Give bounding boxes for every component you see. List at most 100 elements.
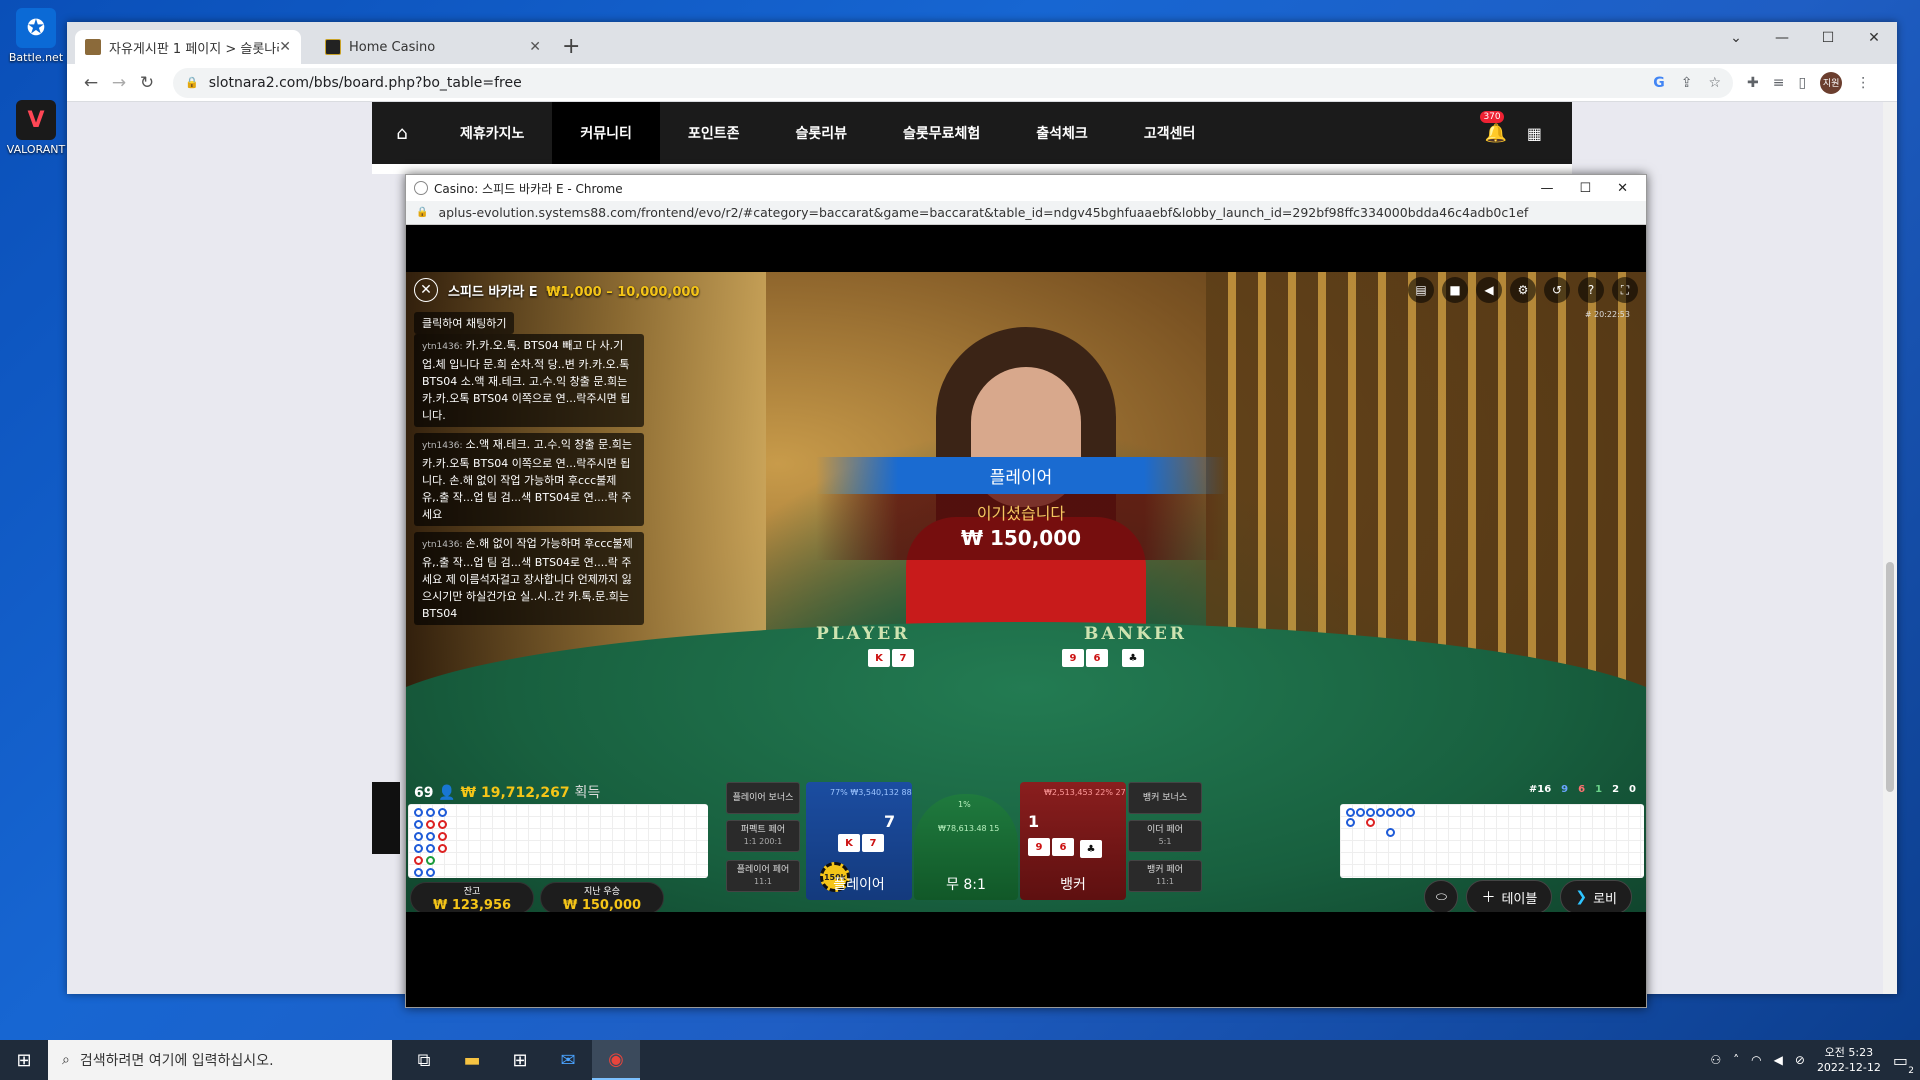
- history-icon[interactable]: ↺: [1544, 277, 1570, 303]
- banker-pairs: 0: [1629, 784, 1636, 795]
- extensions-icon[interactable]: ✚: [1747, 75, 1759, 91]
- player-bonus-bet[interactable]: 플레이어 보너스: [726, 782, 800, 814]
- lobby-button[interactable]: ❯ 로비: [1560, 880, 1632, 912]
- lock-icon: 🔒: [416, 207, 429, 218]
- reload-button[interactable]: ↻: [133, 73, 161, 93]
- window-controls: ⌄ — ☐ ✕: [1713, 22, 1897, 54]
- chips-button[interactable]: ⬭: [1424, 880, 1459, 912]
- maximize-button[interactable]: ☐: [1805, 22, 1851, 54]
- close-icon[interactable]: ✕: [414, 278, 438, 302]
- chat-box: ytn1436: 카.카.오.톡. BTS04 빼고 다 사.기업.체 입니다 문…: [414, 334, 644, 625]
- nav-attendance[interactable]: 출석체크: [1008, 102, 1116, 164]
- media-icon[interactable]: ≡: [1773, 75, 1785, 91]
- close-icon[interactable]: ✕: [529, 39, 541, 55]
- file-explorer-icon[interactable]: ▬: [448, 1040, 496, 1080]
- minimize-button[interactable]: —: [1540, 181, 1553, 196]
- home-icon[interactable]: ⌂: [372, 123, 432, 144]
- video-icon[interactable]: ■: [1442, 277, 1468, 303]
- bell-icon[interactable]: 🔔 370: [1480, 110, 1507, 144]
- betting-panel: 69 👤 ₩ 19,712,267 획득 #16 9 6 1 2 0 플레이어 …: [406, 782, 1646, 912]
- volume-icon[interactable]: ◀: [1774, 1053, 1783, 1067]
- chat-toggle-button[interactable]: 클릭하여 채팅하기: [414, 312, 515, 334]
- player-pair-bet[interactable]: 플레이어 페어 11:1: [726, 860, 800, 892]
- people-icon[interactable]: ⚇: [1710, 1053, 1721, 1067]
- popup-address-bar[interactable]: 🔒 aplus-evolution.systems88.com/frontend…: [406, 201, 1646, 225]
- tab-free-board[interactable]: 자유게시판 1 페이지 > 슬롯나라 ✕: [75, 30, 301, 64]
- banker-pair-bet[interactable]: 뱅커 페어 11:1: [1128, 860, 1202, 892]
- taskbar: ⊞ ⌕ 검색하려면 여기에 입력하십시오. ⧉ ▬ ⊞ ✉ ◉ ⚇ ˄ ◠ ◀ …: [0, 1040, 1920, 1080]
- notification-icon[interactable]: ▭ 2: [1893, 1051, 1914, 1076]
- nav-partner-casino[interactable]: 제휴카지노: [432, 102, 552, 164]
- share-icon[interactable]: ⇪: [1681, 75, 1693, 91]
- forward-button[interactable]: →: [105, 73, 133, 93]
- battery-icon[interactable]: ⊘: [1795, 1053, 1805, 1067]
- card: 9: [1062, 649, 1084, 667]
- plus-icon: ＋: [1481, 890, 1496, 906]
- mail-icon[interactable]: ✉: [544, 1040, 592, 1080]
- chrome-icon[interactable]: ◉: [592, 1040, 640, 1080]
- windows-start-icon[interactable]: ⊞: [0, 1040, 48, 1080]
- clock[interactable]: 오전 5:23 2022-12-12: [1817, 1045, 1881, 1075]
- desktop-icon-valorant[interactable]: V VALORANT: [6, 100, 66, 156]
- settings-icon[interactable]: ⚙: [1510, 277, 1536, 303]
- nav-free-slot[interactable]: 슬롯무료체험: [875, 102, 1008, 164]
- nav-point-zone[interactable]: 포인트존: [660, 102, 768, 164]
- globe-icon: [414, 181, 428, 195]
- site-nav: ⌂ 제휴카지노 커뮤니티 포인트존 슬롯리뷰 슬롯무료체험 출석체크 고객센터 …: [372, 102, 1572, 164]
- menu-dots-icon[interactable]: ⋮: [1856, 75, 1870, 91]
- chat-user: ytn1436:: [422, 540, 463, 550]
- baccarat-game: PLAYER BANKER K 7 9 6 ♣ ✕ 스피드 바카라 E ₩1,0…: [406, 272, 1646, 912]
- popup-title-bar: Casino: 스피드 바카라 E - Chrome — ☐ ✕: [406, 175, 1646, 201]
- back-button[interactable]: ←: [77, 73, 105, 93]
- help-icon[interactable]: ?: [1578, 277, 1604, 303]
- profile-avatar[interactable]: 지원: [1820, 71, 1843, 94]
- card: K: [838, 834, 860, 852]
- players-count: 69: [414, 785, 434, 801]
- nav-slot-review[interactable]: 슬롯리뷰: [767, 102, 875, 164]
- either-pair-bet[interactable]: 이더 페어 5:1: [1128, 820, 1202, 852]
- bet-spots: 플레이어 보너스 퍼펙트 페어 1:1 200:1 플레이어 페어 11:1 77%…: [726, 782, 1326, 902]
- minimize-button[interactable]: —: [1759, 22, 1805, 54]
- nav-community[interactable]: 커뮤니티: [552, 102, 660, 164]
- volume-icon[interactable]: ◀: [1476, 277, 1502, 303]
- chevron-down-icon[interactable]: ⌄: [1713, 22, 1759, 54]
- popup-title: Casino: 스피드 바카라 E - Chrome: [434, 181, 623, 196]
- scrollbar[interactable]: [1883, 102, 1897, 994]
- google-icon[interactable]: G: [1653, 75, 1665, 91]
- add-table-button[interactable]: ＋ 테이블: [1466, 880, 1553, 912]
- close-window-button[interactable]: ✕: [1851, 22, 1897, 54]
- chat-message: ytn1436: 카.카.오.톡. BTS04 빼고 다 사.기업.체 입니다 문…: [414, 334, 644, 427]
- chat-icon[interactable]: ▤: [1408, 277, 1434, 303]
- store-icon[interactable]: ⊞: [496, 1040, 544, 1080]
- close-icon[interactable]: ✕: [279, 39, 291, 55]
- desktop-icon-label: VALORANT: [6, 143, 66, 156]
- address-input[interactable]: 🔒 slotnara2.com/bbs/board.php?bo_table=f…: [173, 67, 1733, 98]
- tie-bet[interactable]: 1% ₩78,613.48 15 무 8:1: [914, 794, 1018, 900]
- system-tray: ⚇ ˄ ◠ ◀ ⊘ 오전 5:23 2022-12-12 ▭ 2: [1710, 1045, 1920, 1076]
- tab-title: Home Casino: [349, 39, 436, 55]
- perfect-pair-bet[interactable]: 퍼펙트 페어 1:1 200:1: [726, 820, 800, 852]
- card: 7: [862, 834, 884, 852]
- bookmark-star-icon[interactable]: ☆: [1708, 75, 1721, 91]
- network-icon[interactable]: ◠: [1751, 1053, 1761, 1067]
- maximize-button[interactable]: ☐: [1579, 181, 1591, 196]
- taskbar-search-input[interactable]: ⌕ 검색하려면 여기에 입력하십시오.: [48, 1040, 392, 1080]
- fullscreen-icon[interactable]: ⛶: [1612, 277, 1638, 303]
- banker-bet[interactable]: ₩2,513,453 22% 27 1 9 6 ♣ 뱅커: [1020, 782, 1126, 900]
- desktop-icon-label: Battle.net: [8, 51, 64, 64]
- grid-menu-icon[interactable]: ▦: [1527, 124, 1542, 143]
- tab-bar: 자유게시판 1 페이지 > 슬롯나라 ✕ Home Casino ✕ + ⌄ —…: [67, 22, 1897, 64]
- banker-bonus-bet[interactable]: 뱅커 보너스: [1128, 782, 1202, 814]
- close-window-button[interactable]: ✕: [1617, 181, 1628, 196]
- nav-support[interactable]: 고객센터: [1116, 102, 1224, 164]
- desktop-icon-battlenet[interactable]: ✪ Battle.net: [6, 8, 66, 64]
- new-tab-button[interactable]: +: [562, 34, 580, 59]
- task-view-icon[interactable]: ⧉: [400, 1040, 448, 1080]
- tab-home-casino[interactable]: Home Casino ✕: [315, 30, 551, 64]
- player-bet[interactable]: 77% ₩3,540,132 88 7 K 7 150k 플레이어: [806, 782, 912, 900]
- sidepanel-icon[interactable]: ▯: [1798, 75, 1806, 91]
- scrollbar-thumb[interactable]: [1886, 562, 1894, 792]
- chevron-up-icon[interactable]: ˄: [1733, 1053, 1739, 1067]
- user-icon: 👤: [438, 785, 456, 801]
- ties: 1: [1595, 784, 1603, 795]
